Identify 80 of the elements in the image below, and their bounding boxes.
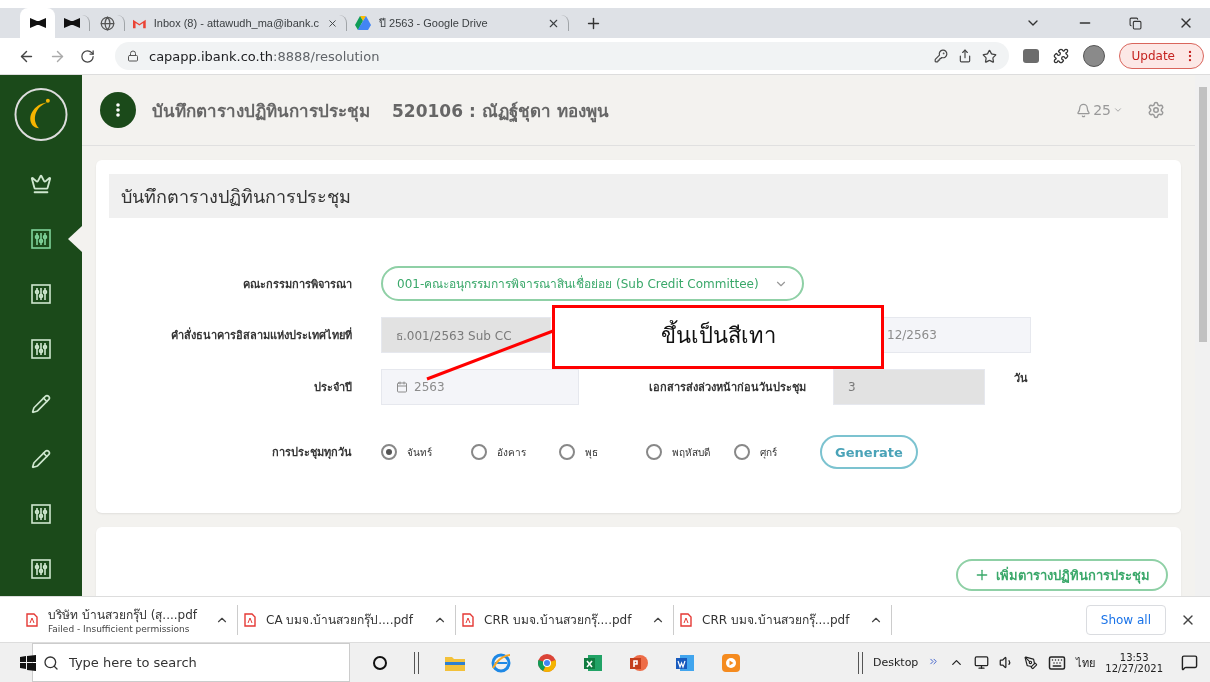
key-icon[interactable] [933, 49, 948, 63]
windows-icon[interactable] [20, 654, 36, 671]
record-title: 520106 : ณัฏฐ์ชุดา ทองพูน [392, 99, 609, 124]
weekday-radio[interactable]: ศุกร์ [734, 444, 822, 460]
menu-button[interactable] [100, 92, 136, 128]
envelope-icon [133, 17, 146, 29]
pdf-icon [26, 612, 38, 627]
spreadsheet-icon[interactable] [583, 652, 603, 673]
field-label: การประชุมทุกวัน [271, 445, 352, 461]
notification-icon[interactable] [1181, 654, 1198, 671]
download-item[interactable]: บริษัท บ้านสวยกรุ๊ป (สุ....pdf Failed - Insufficient permissions [20, 604, 238, 635]
download-item[interactable]: CRR บมจ.บ้านสวยกรุ๊....pdf [456, 604, 674, 635]
field-label: คำสั่งธนาคารอิสลามแห่งประเทศไทยที่ [170, 326, 352, 344]
browser-tab[interactable]: ปี 2563 - Google Drive [347, 15, 569, 31]
settings-icon[interactable] [1147, 101, 1165, 119]
language-indicator[interactable]: ไทย [1076, 653, 1096, 672]
desktop-label: Desktop [873, 656, 919, 669]
clock[interactable]: 13:53 12/27/2021 [1105, 651, 1163, 674]
field-label: เอกสารส่งล่วงหน้าก่อนวันประชุม [648, 380, 806, 396]
url-path: :8888/resolution [273, 48, 380, 64]
triangle-icon [355, 16, 371, 30]
pen-icon[interactable] [1024, 655, 1039, 670]
field-label: ประจำปี [313, 380, 352, 396]
chevron-down-icon [1113, 105, 1123, 115]
browser-e-icon[interactable] [491, 652, 511, 673]
sliders-icon[interactable] [31, 283, 51, 304]
share-icon[interactable] [957, 49, 972, 63]
puzzle-icon[interactable] [1052, 48, 1069, 64]
page-title: บันทึกตารางปฏิทินการประชุม [152, 99, 370, 124]
weekday-radio[interactable]: พุธ [559, 444, 646, 460]
keyboard-icon[interactable] [1048, 653, 1067, 672]
slides-icon[interactable] [629, 652, 649, 673]
star-icon[interactable] [981, 48, 997, 64]
pdf-icon [462, 612, 474, 627]
address-bar[interactable]: capapp.ibank.co.th:8888/resolution [115, 42, 1009, 70]
document-icon[interactable] [675, 652, 695, 673]
url-host: capapp.ibank.co.th [149, 48, 274, 64]
browser-tab[interactable]: Inbox (8) - attawudh_ma@ibank.c [125, 15, 347, 31]
weekday-radio[interactable]: จันทร์ [381, 444, 471, 460]
bowtie-icon [29, 18, 46, 28]
restore-icon[interactable] [1129, 16, 1142, 30]
annotation-callout: ขึ้นเป็นสีเทา [552, 305, 884, 369]
sliders-icon[interactable] [31, 228, 51, 249]
network-icon[interactable] [974, 655, 990, 670]
sliders-icon[interactable] [31, 338, 51, 359]
bell-icon [1076, 102, 1092, 118]
update-button[interactable]: Update [1118, 43, 1204, 69]
selection-pointer [68, 226, 82, 252]
bowtie-icon [64, 18, 80, 28]
pdf-icon [680, 612, 692, 627]
calendar-icon [396, 381, 408, 393]
folder-icon[interactable] [445, 654, 465, 671]
scrollbar-thumb[interactable] [1198, 87, 1207, 342]
globe-icon [99, 15, 115, 31]
card-title: บันทึกตารางปฏิทินการประชุม [109, 174, 1168, 218]
download-item[interactable]: CRR บมจ.บ้านสวยกรุ๊....pdf [674, 604, 892, 635]
avatar[interactable] [1082, 45, 1105, 67]
weekday-radio[interactable]: พฤหัสบดี [646, 444, 734, 460]
cortana-icon[interactable] [372, 654, 388, 671]
weekday-radio[interactable]: อังคาร [471, 444, 559, 460]
reload-icon[interactable] [80, 48, 95, 64]
lock-icon [127, 50, 139, 62]
sliders-icon[interactable] [31, 558, 51, 579]
sliders-icon[interactable] [31, 503, 51, 524]
chrome-icon[interactable] [537, 652, 557, 673]
pdf-icon [244, 612, 256, 627]
pencil-icon[interactable] [31, 448, 51, 469]
pencil-icon[interactable] [31, 393, 51, 414]
show-all-button[interactable]: Show all [1085, 604, 1166, 635]
search-placeholder: Type here to search [69, 655, 197, 670]
logo-icon[interactable] [13, 87, 69, 142]
dots-icon [116, 103, 120, 117]
taskbar-search[interactable]: Type here to search [32, 643, 350, 682]
crown-icon[interactable] [30, 172, 52, 195]
chat-extension-icon[interactable] [1022, 49, 1039, 63]
unit-label: วัน [1014, 371, 1028, 387]
plus-icon [974, 567, 990, 583]
field-label: คณะกรรมการพิจารณา [242, 276, 352, 293]
search-icon [43, 654, 59, 671]
download-item[interactable]: CA บมจ.บ้านสวยกรุ๊ป....pdf [238, 604, 456, 635]
